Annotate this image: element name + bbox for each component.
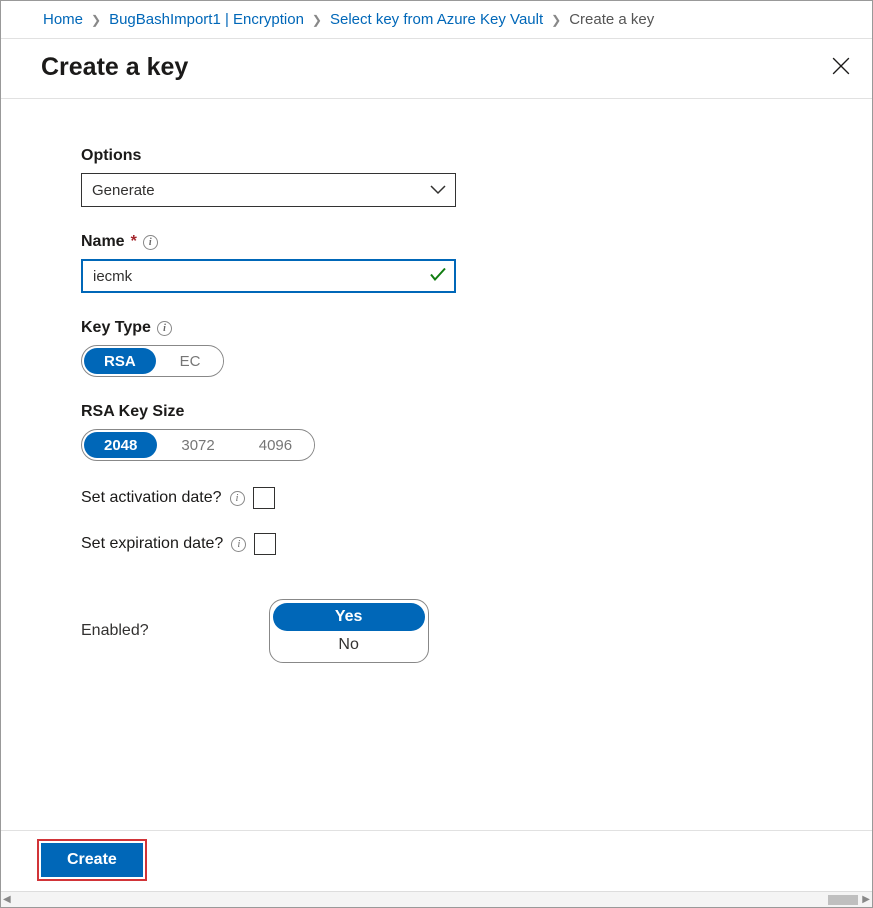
enabled-row: Enabled? Yes No: [81, 599, 872, 663]
options-field: Options Generate: [81, 147, 872, 207]
options-selected-value: Generate: [92, 182, 155, 199]
footer: Create: [1, 830, 872, 891]
activation-row: Set activation date? i: [81, 487, 872, 509]
enabled-option-yes[interactable]: Yes: [273, 603, 425, 631]
keysize-field: RSA Key Size 2048 3072 4096: [81, 403, 872, 461]
keytype-label: Key Type: [81, 319, 151, 337]
activation-checkbox[interactable]: [253, 487, 275, 509]
keysize-option-4096[interactable]: 4096: [237, 432, 314, 458]
keytype-field: Key Type i RSA EC: [81, 319, 872, 377]
create-button[interactable]: Create: [41, 843, 143, 877]
scrollbar-thumb[interactable]: [828, 895, 858, 905]
breadcrumb-select-key[interactable]: Select key from Azure Key Vault: [330, 11, 543, 28]
horizontal-scrollbar[interactable]: ◀ ▶: [1, 891, 872, 907]
required-asterisk: *: [131, 233, 137, 251]
close-icon: [832, 57, 850, 75]
info-icon[interactable]: i: [230, 491, 245, 506]
keytype-option-rsa[interactable]: RSA: [84, 348, 156, 374]
chevron-right-icon: ❯: [551, 13, 561, 27]
scroll-left-icon[interactable]: ◀: [3, 894, 11, 905]
keysize-option-2048[interactable]: 2048: [84, 432, 157, 458]
enabled-label: Enabled?: [81, 622, 149, 640]
enabled-option-no[interactable]: No: [273, 631, 425, 659]
name-field: Name * i: [81, 233, 872, 293]
checkmark-icon: [430, 268, 446, 285]
breadcrumb-home[interactable]: Home: [43, 11, 83, 28]
info-icon[interactable]: i: [231, 537, 246, 552]
name-label: Name: [81, 233, 125, 251]
form-content: Options Generate Name * i Key Type i: [1, 99, 872, 830]
close-button[interactable]: [832, 57, 850, 78]
scroll-right-icon[interactable]: ▶: [862, 894, 870, 905]
info-icon[interactable]: i: [143, 235, 158, 250]
expiration-label: Set expiration date?: [81, 535, 223, 553]
name-input[interactable]: [81, 259, 456, 293]
enabled-toggle: Yes No: [269, 599, 429, 663]
breadcrumb-encryption[interactable]: BugBashImport1 | Encryption: [109, 11, 304, 28]
keytype-toggle: RSA EC: [81, 345, 224, 377]
info-icon[interactable]: i: [157, 321, 172, 336]
breadcrumb-current: Create a key: [569, 11, 654, 28]
breadcrumb: Home ❯ BugBashImport1 | Encryption ❯ Sel…: [1, 1, 872, 39]
options-select[interactable]: Generate: [81, 173, 456, 207]
page-title: Create a key: [41, 53, 188, 82]
expiration-checkbox[interactable]: [254, 533, 276, 555]
chevron-right-icon: ❯: [312, 13, 322, 27]
keytype-option-ec[interactable]: EC: [158, 348, 223, 374]
activation-label: Set activation date?: [81, 489, 222, 507]
options-label: Options: [81, 147, 872, 165]
expiration-row: Set expiration date? i: [81, 533, 872, 555]
chevron-right-icon: ❯: [91, 13, 101, 27]
keysize-toggle: 2048 3072 4096: [81, 429, 315, 461]
keysize-label: RSA Key Size: [81, 403, 872, 421]
keysize-option-3072[interactable]: 3072: [159, 432, 236, 458]
